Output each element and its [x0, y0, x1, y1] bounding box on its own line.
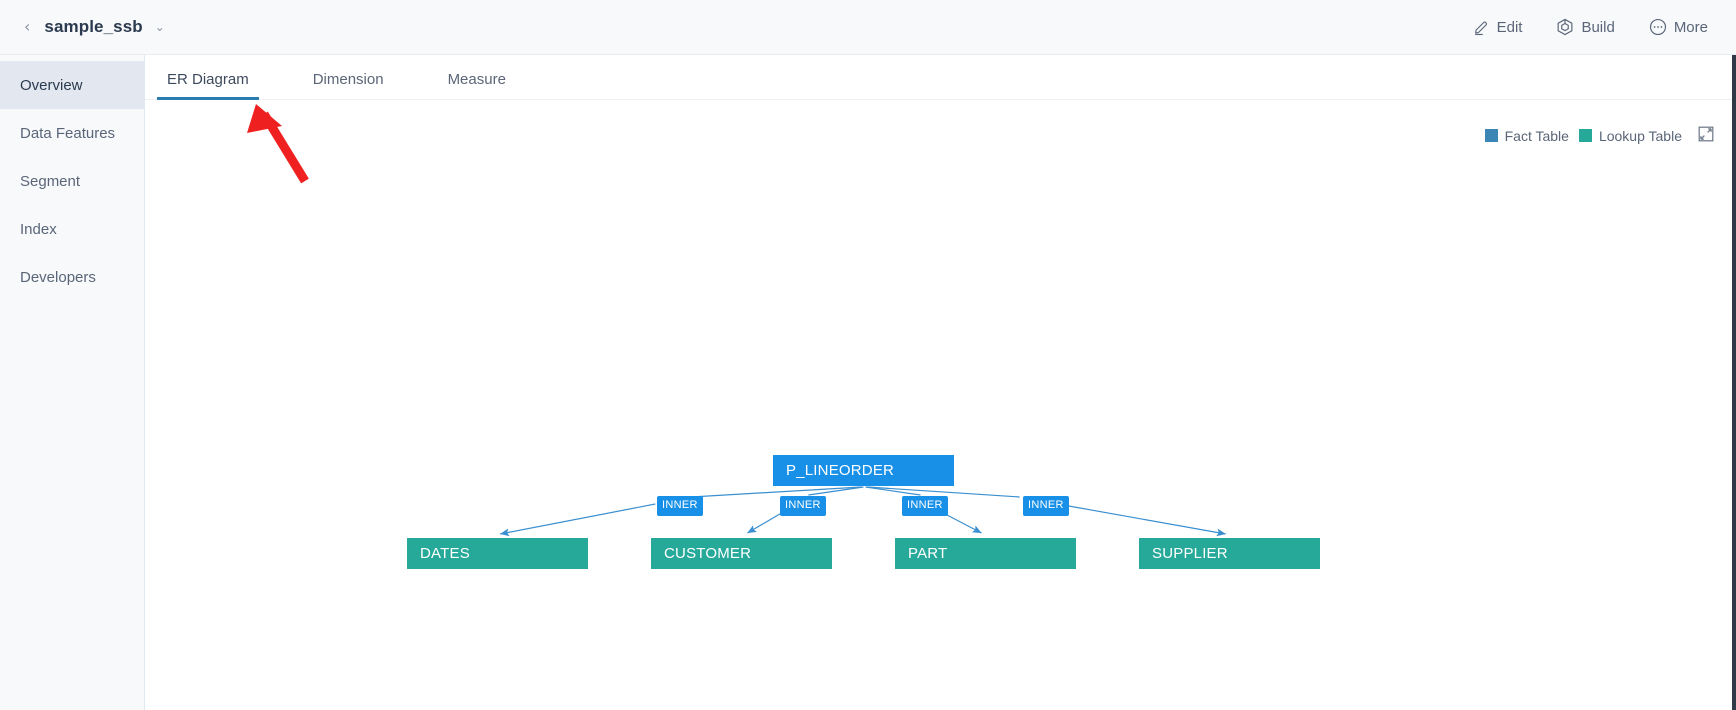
- er-node-lookup-customer[interactable]: CUSTOMER: [651, 538, 832, 569]
- main-content-panel: ER Diagram Dimension Measure Fact Table: [145, 55, 1736, 710]
- sidebar-item-label: Segment: [20, 172, 81, 190]
- pencil-icon: [1473, 19, 1490, 36]
- chevron-left-icon[interactable]: ‹: [20, 17, 34, 37]
- join-label-customer[interactable]: INNER: [780, 496, 826, 516]
- er-node-label: CUSTOMER: [664, 545, 752, 562]
- er-diagram-stage: P_LINEORDER INNER INNER INNER INNER DATE…: [145, 100, 1736, 710]
- join-type-label: INNER: [785, 499, 821, 511]
- sidebar-item-index[interactable]: Index: [0, 205, 144, 253]
- top-header-bar: ‹ sample_ssb ⌄ Edit Build More: [0, 0, 1736, 55]
- er-node-lookup-supplier[interactable]: SUPPLIER: [1139, 538, 1320, 569]
- legend-entry-fact-table: Fact Table: [1484, 127, 1569, 144]
- er-node-fact-table[interactable]: P_LINEORDER: [773, 455, 954, 486]
- chevron-down-icon[interactable]: ⌄: [155, 20, 165, 34]
- join-type-label: INNER: [907, 499, 943, 511]
- join-label-dates[interactable]: INNER: [657, 496, 703, 516]
- legend-entry-lookup-table: Lookup Table: [1578, 127, 1682, 144]
- er-node-lookup-dates[interactable]: DATES: [407, 538, 588, 569]
- join-type-label: INNER: [1028, 499, 1064, 511]
- sidebar-item-developers[interactable]: Developers: [0, 253, 144, 301]
- edit-button[interactable]: Edit: [1473, 18, 1523, 36]
- content-tab-bar: ER Diagram Dimension Measure: [145, 55, 1736, 100]
- er-node-label: DATES: [420, 545, 470, 562]
- lookup-table-color-swatch: [1578, 129, 1592, 142]
- sidebar-item-segment[interactable]: Segment: [0, 157, 144, 205]
- legend-label: Lookup Table: [1598, 127, 1682, 144]
- right-edge-scrollbar[interactable]: [1732, 55, 1736, 710]
- er-node-label: PART: [908, 545, 948, 562]
- sidebar-item-overview[interactable]: Overview: [0, 61, 144, 109]
- join-label-part[interactable]: INNER: [902, 496, 948, 516]
- more-button[interactable]: More: [1649, 18, 1708, 36]
- er-node-label: SUPPLIER: [1152, 545, 1228, 562]
- tab-dimension[interactable]: Dimension: [313, 71, 384, 99]
- sidebar-item-label: Data Features: [20, 124, 116, 142]
- sidebar-item-label: Overview: [20, 76, 83, 94]
- sidebar-item-label: Index: [20, 220, 57, 238]
- er-node-label: P_LINEORDER: [786, 462, 895, 479]
- build-button[interactable]: Build: [1556, 18, 1615, 36]
- fullscreen-expand-icon[interactable]: [1698, 126, 1714, 145]
- edit-button-label: Edit: [1496, 18, 1523, 36]
- fact-table-color-swatch: [1484, 129, 1498, 142]
- er-node-lookup-part[interactable]: PART: [895, 538, 1076, 569]
- tab-measure[interactable]: Measure: [448, 71, 506, 99]
- join-type-label: INNER: [662, 499, 698, 511]
- build-button-label: Build: [1581, 18, 1615, 36]
- left-sidebar: Overview Data Features Segment Index Dev…: [0, 55, 145, 710]
- body-container: Overview Data Features Segment Index Dev…: [0, 55, 1736, 710]
- tab-label: Dimension: [312, 71, 384, 88]
- application-window: ‹ sample_ssb ⌄ Edit Build More Overview …: [0, 0, 1736, 710]
- page-title: sample_ssb: [44, 17, 143, 36]
- er-diagram-canvas: Fact Table Lookup Table P_LINEORDER INNE…: [145, 100, 1736, 710]
- tab-label: ER Diagram: [167, 71, 249, 88]
- header-left-group: ‹ sample_ssb ⌄: [20, 17, 165, 37]
- cube-icon: [1556, 18, 1574, 36]
- header-actions-group: Edit Build More: [1473, 18, 1708, 36]
- tab-er-diagram[interactable]: ER Diagram: [157, 71, 259, 100]
- join-label-supplier[interactable]: INNER: [1023, 496, 1069, 516]
- ellipsis-circle-icon: [1649, 18, 1667, 36]
- legend-label: Fact Table: [1504, 127, 1569, 144]
- tab-label: Measure: [447, 71, 506, 88]
- more-button-label: More: [1673, 18, 1708, 36]
- diagram-legend: Fact Table Lookup Table: [1484, 126, 1714, 145]
- sidebar-item-data-features[interactable]: Data Features: [0, 109, 144, 157]
- er-diagram-edges: [499, 486, 1226, 537]
- sidebar-item-label: Developers: [20, 268, 96, 286]
